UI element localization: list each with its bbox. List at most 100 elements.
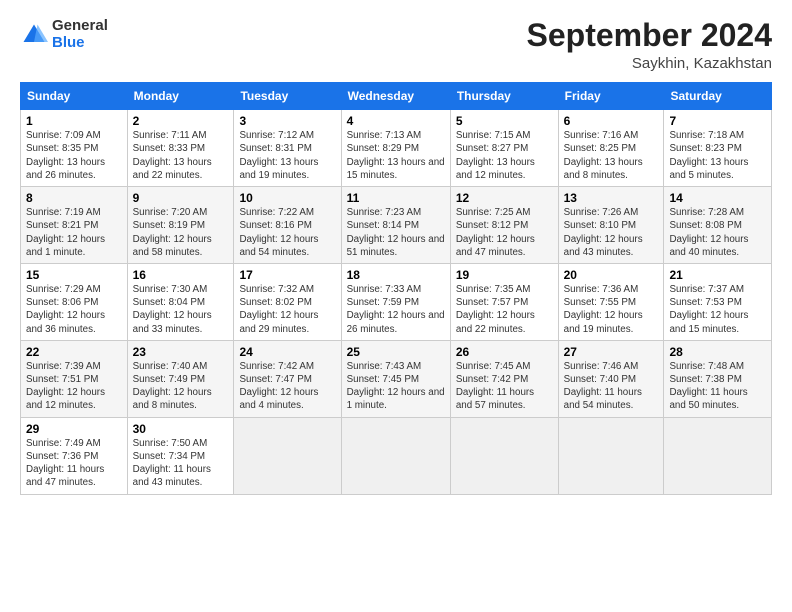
day-number: 21 bbox=[669, 268, 766, 282]
day-number: 3 bbox=[239, 114, 335, 128]
calendar-cell: 1 Sunrise: 7:09 AMSunset: 8:35 PMDayligh… bbox=[21, 110, 128, 187]
calendar-cell: 13 Sunrise: 7:26 AMSunset: 8:10 PMDaylig… bbox=[558, 187, 664, 264]
day-number: 18 bbox=[347, 268, 445, 282]
calendar-cell: 22 Sunrise: 7:39 AMSunset: 7:51 PMDaylig… bbox=[21, 340, 128, 417]
day-info: Sunrise: 7:19 AMSunset: 8:21 PMDaylight:… bbox=[26, 207, 105, 258]
day-info: Sunrise: 7:46 AMSunset: 7:40 PMDaylight:… bbox=[564, 361, 642, 412]
col-header-sunday: Sunday bbox=[21, 83, 128, 110]
day-number: 14 bbox=[669, 191, 766, 205]
day-number: 15 bbox=[26, 268, 122, 282]
day-number: 6 bbox=[564, 114, 659, 128]
day-number: 19 bbox=[456, 268, 553, 282]
day-info: Sunrise: 7:16 AMSunset: 8:25 PMDaylight:… bbox=[564, 130, 643, 181]
day-number: 22 bbox=[26, 345, 122, 359]
day-info: Sunrise: 7:30 AMSunset: 8:04 PMDaylight:… bbox=[133, 284, 212, 335]
day-info: Sunrise: 7:40 AMSunset: 7:49 PMDaylight:… bbox=[133, 361, 212, 412]
day-info: Sunrise: 7:29 AMSunset: 8:06 PMDaylight:… bbox=[26, 284, 105, 335]
day-number: 12 bbox=[456, 191, 553, 205]
logo-blue: Blue bbox=[52, 35, 108, 52]
day-info: Sunrise: 7:12 AMSunset: 8:31 PMDaylight:… bbox=[239, 130, 318, 181]
day-number: 2 bbox=[133, 114, 229, 128]
calendar-cell: 11 Sunrise: 7:23 AMSunset: 8:14 PMDaylig… bbox=[341, 187, 450, 264]
calendar-cell bbox=[450, 417, 558, 494]
day-info: Sunrise: 7:35 AMSunset: 7:57 PMDaylight:… bbox=[456, 284, 535, 335]
calendar-cell: 12 Sunrise: 7:25 AMSunset: 8:12 PMDaylig… bbox=[450, 187, 558, 264]
calendar-cell: 16 Sunrise: 7:30 AMSunset: 8:04 PMDaylig… bbox=[127, 263, 234, 340]
calendar-cell: 5 Sunrise: 7:15 AMSunset: 8:27 PMDayligh… bbox=[450, 110, 558, 187]
day-number: 30 bbox=[133, 422, 229, 436]
calendar-cell: 28 Sunrise: 7:48 AMSunset: 7:38 PMDaylig… bbox=[664, 340, 772, 417]
day-info: Sunrise: 7:36 AMSunset: 7:55 PMDaylight:… bbox=[564, 284, 643, 335]
day-number: 28 bbox=[669, 345, 766, 359]
calendar-cell: 21 Sunrise: 7:37 AMSunset: 7:53 PMDaylig… bbox=[664, 263, 772, 340]
week-row-5: 29 Sunrise: 7:49 AMSunset: 7:36 PMDaylig… bbox=[21, 417, 772, 494]
day-number: 5 bbox=[456, 114, 553, 128]
day-info: Sunrise: 7:37 AMSunset: 7:53 PMDaylight:… bbox=[669, 284, 748, 335]
day-info: Sunrise: 7:26 AMSunset: 8:10 PMDaylight:… bbox=[564, 207, 643, 258]
calendar-cell: 19 Sunrise: 7:35 AMSunset: 7:57 PMDaylig… bbox=[450, 263, 558, 340]
calendar-cell: 7 Sunrise: 7:18 AMSunset: 8:23 PMDayligh… bbox=[664, 110, 772, 187]
calendar-cell: 6 Sunrise: 7:16 AMSunset: 8:25 PMDayligh… bbox=[558, 110, 664, 187]
day-number: 7 bbox=[669, 114, 766, 128]
day-number: 11 bbox=[347, 191, 445, 205]
calendar-cell: 3 Sunrise: 7:12 AMSunset: 8:31 PMDayligh… bbox=[234, 110, 341, 187]
day-info: Sunrise: 7:20 AMSunset: 8:19 PMDaylight:… bbox=[133, 207, 212, 258]
calendar-cell bbox=[558, 417, 664, 494]
calendar-cell: 26 Sunrise: 7:45 AMSunset: 7:42 PMDaylig… bbox=[450, 340, 558, 417]
calendar-cell: 29 Sunrise: 7:49 AMSunset: 7:36 PMDaylig… bbox=[21, 417, 128, 494]
calendar-cell bbox=[234, 417, 341, 494]
calendar-cell: 18 Sunrise: 7:33 AMSunset: 7:59 PMDaylig… bbox=[341, 263, 450, 340]
day-info: Sunrise: 7:50 AMSunset: 7:34 PMDaylight:… bbox=[133, 438, 211, 489]
logo-general: General bbox=[52, 18, 108, 35]
month-title: September 2024 bbox=[527, 18, 772, 53]
day-info: Sunrise: 7:15 AMSunset: 8:27 PMDaylight:… bbox=[456, 130, 535, 181]
calendar-cell: 15 Sunrise: 7:29 AMSunset: 8:06 PMDaylig… bbox=[21, 263, 128, 340]
day-info: Sunrise: 7:28 AMSunset: 8:08 PMDaylight:… bbox=[669, 207, 748, 258]
calendar-cell: 20 Sunrise: 7:36 AMSunset: 7:55 PMDaylig… bbox=[558, 263, 664, 340]
day-info: Sunrise: 7:13 AMSunset: 8:29 PMDaylight:… bbox=[347, 130, 445, 181]
col-header-monday: Monday bbox=[127, 83, 234, 110]
week-row-3: 15 Sunrise: 7:29 AMSunset: 8:06 PMDaylig… bbox=[21, 263, 772, 340]
calendar-cell: 27 Sunrise: 7:46 AMSunset: 7:40 PMDaylig… bbox=[558, 340, 664, 417]
calendar-cell: 9 Sunrise: 7:20 AMSunset: 8:19 PMDayligh… bbox=[127, 187, 234, 264]
calendar-cell: 25 Sunrise: 7:43 AMSunset: 7:45 PMDaylig… bbox=[341, 340, 450, 417]
col-header-friday: Friday bbox=[558, 83, 664, 110]
week-row-2: 8 Sunrise: 7:19 AMSunset: 8:21 PMDayligh… bbox=[21, 187, 772, 264]
day-info: Sunrise: 7:39 AMSunset: 7:51 PMDaylight:… bbox=[26, 361, 105, 412]
day-number: 27 bbox=[564, 345, 659, 359]
title-block: September 2024 Saykhin, Kazakhstan bbox=[527, 18, 772, 72]
page: General Blue September 2024 Saykhin, Kaz… bbox=[0, 0, 792, 505]
day-number: 13 bbox=[564, 191, 659, 205]
day-number: 26 bbox=[456, 345, 553, 359]
day-number: 29 bbox=[26, 422, 122, 436]
day-info: Sunrise: 7:43 AMSunset: 7:45 PMDaylight:… bbox=[347, 361, 445, 412]
day-number: 25 bbox=[347, 345, 445, 359]
col-header-tuesday: Tuesday bbox=[234, 83, 341, 110]
calendar-cell bbox=[341, 417, 450, 494]
day-number: 4 bbox=[347, 114, 445, 128]
day-number: 9 bbox=[133, 191, 229, 205]
day-info: Sunrise: 7:32 AMSunset: 8:02 PMDaylight:… bbox=[239, 284, 318, 335]
day-info: Sunrise: 7:33 AMSunset: 7:59 PMDaylight:… bbox=[347, 284, 445, 335]
week-row-1: 1 Sunrise: 7:09 AMSunset: 8:35 PMDayligh… bbox=[21, 110, 772, 187]
day-number: 10 bbox=[239, 191, 335, 205]
day-number: 20 bbox=[564, 268, 659, 282]
calendar-cell: 17 Sunrise: 7:32 AMSunset: 8:02 PMDaylig… bbox=[234, 263, 341, 340]
day-number: 16 bbox=[133, 268, 229, 282]
day-info: Sunrise: 7:18 AMSunset: 8:23 PMDaylight:… bbox=[669, 130, 748, 181]
calendar-cell: 14 Sunrise: 7:28 AMSunset: 8:08 PMDaylig… bbox=[664, 187, 772, 264]
day-info: Sunrise: 7:48 AMSunset: 7:38 PMDaylight:… bbox=[669, 361, 747, 412]
calendar-cell bbox=[664, 417, 772, 494]
location: Saykhin, Kazakhstan bbox=[527, 55, 772, 72]
col-header-wednesday: Wednesday bbox=[341, 83, 450, 110]
day-number: 17 bbox=[239, 268, 335, 282]
day-number: 1 bbox=[26, 114, 122, 128]
day-number: 8 bbox=[26, 191, 122, 205]
week-row-4: 22 Sunrise: 7:39 AMSunset: 7:51 PMDaylig… bbox=[21, 340, 772, 417]
calendar-cell: 23 Sunrise: 7:40 AMSunset: 7:49 PMDaylig… bbox=[127, 340, 234, 417]
calendar-cell: 30 Sunrise: 7:50 AMSunset: 7:34 PMDaylig… bbox=[127, 417, 234, 494]
day-number: 23 bbox=[133, 345, 229, 359]
calendar-table: SundayMondayTuesdayWednesdayThursdayFrid… bbox=[20, 82, 772, 494]
day-info: Sunrise: 7:49 AMSunset: 7:36 PMDaylight:… bbox=[26, 438, 104, 489]
calendar-cell: 10 Sunrise: 7:22 AMSunset: 8:16 PMDaylig… bbox=[234, 187, 341, 264]
